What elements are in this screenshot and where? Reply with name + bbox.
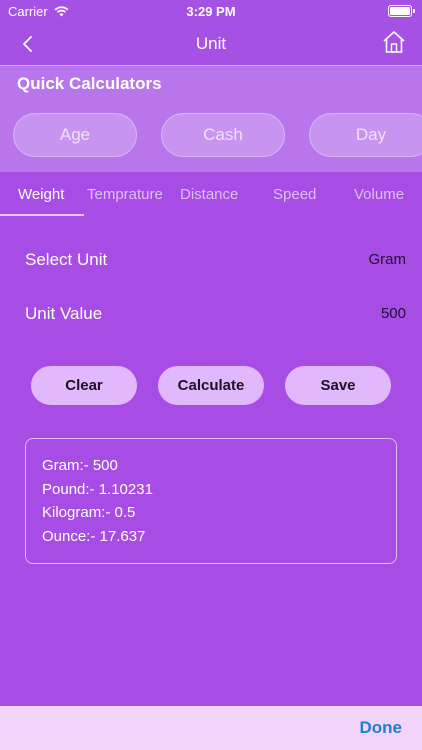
tab-weight[interactable]: Weight bbox=[18, 186, 64, 203]
unit-value-input[interactable]: 500 bbox=[381, 305, 406, 322]
result-gram: Gram:- 500 bbox=[42, 457, 118, 474]
result-box: Gram:- 500 Pound:- 1.10231 Kilogram:- 0.… bbox=[25, 438, 397, 564]
quick-age-button[interactable]: Age bbox=[13, 113, 137, 157]
active-tab-indicator bbox=[0, 214, 84, 216]
quick-calculators-title: Quick Calculators bbox=[17, 74, 162, 93]
tab-speed[interactable]: Speed bbox=[273, 186, 316, 203]
page-title: Unit bbox=[195, 34, 227, 53]
clear-button[interactable]: Clear bbox=[31, 366, 137, 405]
quick-calculators-panel: Quick Calculators Age Cash Day bbox=[0, 66, 422, 172]
done-button[interactable]: Done bbox=[360, 718, 403, 738]
result-pound: Pound:- 1.10231 bbox=[42, 480, 153, 498]
status-bar: Carrier 3:29 PM bbox=[0, 0, 422, 22]
unit-category-tabs: Weight Temprature Distance Speed Volume bbox=[0, 172, 422, 216]
save-button[interactable]: Save bbox=[285, 366, 391, 405]
tab-distance[interactable]: Distance bbox=[180, 186, 238, 203]
quick-cash-button[interactable]: Cash bbox=[161, 113, 285, 157]
calculate-button[interactable]: Calculate bbox=[158, 366, 264, 405]
quick-day-button[interactable]: Day bbox=[309, 113, 422, 157]
battery-icon bbox=[388, 5, 415, 17]
unit-value-label: Unit Value bbox=[25, 304, 103, 323]
tab-temprature[interactable]: Temprature bbox=[87, 186, 163, 203]
unit-converter-screen: Carrier 3:29 PM Unit Quick Calculators A… bbox=[0, 0, 422, 750]
result-kilogram: Kilogram:- 0.5 bbox=[42, 504, 136, 521]
home-icon[interactable] bbox=[382, 30, 406, 54]
select-unit-label: Select Unit bbox=[25, 250, 108, 269]
keyboard-toolbar: Done bbox=[0, 706, 422, 750]
tab-volume[interactable]: Volume bbox=[354, 186, 404, 203]
select-unit-value[interactable]: Gram bbox=[369, 251, 407, 268]
status-time: 3:29 PM bbox=[186, 4, 236, 19]
nav-bar: Unit bbox=[0, 22, 422, 66]
result-ounce: Ounce:- 17.637 bbox=[42, 527, 146, 545]
